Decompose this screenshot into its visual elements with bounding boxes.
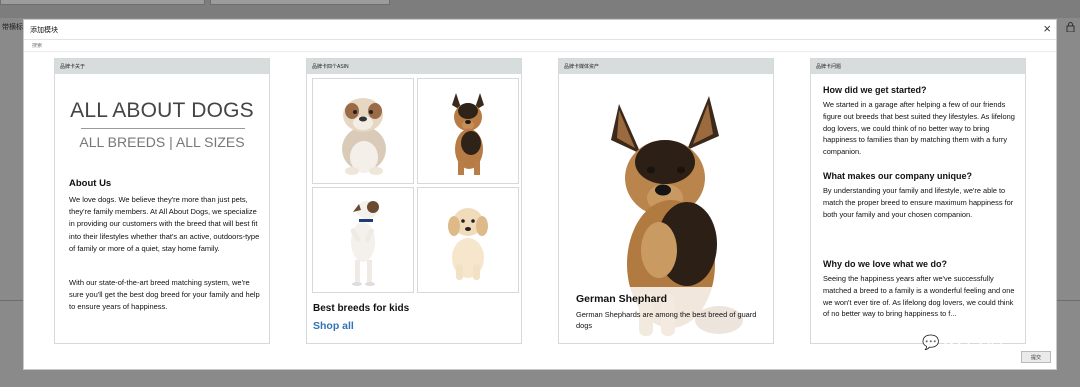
background-divider-right (1056, 300, 1080, 301)
product-grid (312, 78, 520, 293)
watermark-text: Kris浩 (942, 328, 1005, 352)
submit-button[interactable]: 提交 (1021, 351, 1051, 363)
grid-caption: Best breeds for kids (313, 303, 410, 314)
brand-card-media-asset[interactable]: 品牌卡媒体资产 German Shephard German Shephards… (558, 58, 774, 344)
answer-2: By understanding your family and lifesty… (823, 186, 1014, 219)
background-toolbar (0, 0, 1080, 18)
hero-text: German Shephards are among the best bree… (576, 310, 757, 330)
shepherd-puppy-image (452, 93, 484, 175)
product-tile-shepherd-puppy[interactable] (417, 78, 519, 184)
card-header: 品牌卡问题 (811, 59, 1025, 74)
card-header: 品牌卡媒体资产 (559, 59, 773, 74)
brand-subtitle: ALL BREEDS | ALL SIZES (79, 134, 245, 150)
background-input-2 (210, 0, 390, 5)
card-header: 品牌卡四个ASIN (307, 59, 521, 74)
title-divider (81, 128, 245, 129)
close-icon[interactable]: × (1043, 22, 1051, 36)
brand-card-four-asin[interactable]: 品牌卡四个ASIN Best breeds for kids Shop all (306, 58, 522, 344)
brand-card-questions[interactable]: 品牌卡问题 How did we get started? We started… (810, 58, 1026, 344)
product-tile-jack-russell[interactable] (312, 187, 414, 293)
answer-3: Seeing the happiness years after we've s… (823, 274, 1015, 319)
product-tile-golden-puppy[interactable] (417, 187, 519, 293)
search-row (24, 40, 1056, 52)
shop-all-link[interactable]: Shop all (313, 320, 354, 332)
chat-icon: 💬 (922, 335, 941, 351)
answer-1: We started in a garage after helping a f… (823, 100, 1015, 157)
golden-puppy-image (448, 208, 488, 280)
about-paragraph-2: With our state-of-the-art breed matching… (69, 278, 260, 312)
modal-title: 添加模块 (30, 26, 58, 34)
brand-card-about[interactable]: 品牌卡关于 ALL ABOUT DOGS ALL BREEDS | ALL SI… (54, 58, 270, 344)
card-header: 品牌卡关于 (55, 59, 269, 74)
search-input[interactable] (32, 42, 152, 49)
lock-icon (1066, 22, 1076, 33)
bulldog-image (342, 98, 386, 175)
jack-russell-image (350, 201, 379, 286)
add-module-modal: 添加模块 × 品牌卡关于 ALL ABOUT DOGS ALL BREEDS |… (23, 19, 1057, 370)
modal-header: 添加模块 (24, 20, 1056, 40)
about-paragraph-1: We love dogs. We believe they're more th… (69, 195, 260, 253)
question-1: How did we get started? (823, 85, 927, 95)
watermark: 💬 Kris浩 (922, 324, 1005, 353)
brand-title: ALL ABOUT DOGS (70, 99, 254, 122)
product-tile-bulldog[interactable] (312, 78, 414, 184)
about-heading: About Us (69, 178, 112, 189)
question-2: What makes our company unique? (823, 171, 973, 181)
background-input-1 (0, 0, 205, 5)
hero-title: German Shephard (576, 293, 668, 305)
question-3: Why do we love what we do? (823, 259, 948, 269)
background-divider-left (0, 300, 24, 301)
